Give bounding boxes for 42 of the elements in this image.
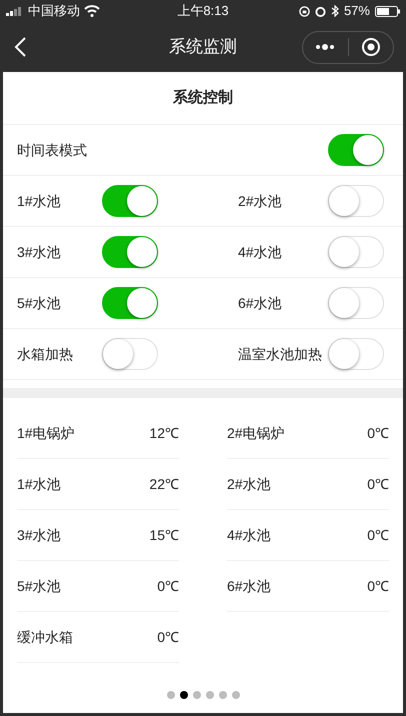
signal-icon <box>6 6 24 16</box>
carrier-name: 中国移动 <box>28 2 80 20</box>
switch-label: 6#水池 <box>238 294 282 312</box>
switch-label: 4#水池 <box>238 242 282 262</box>
sensor-name: 3#水池 <box>17 526 61 544</box>
toggle-switch[interactable] <box>102 185 158 217</box>
sensor-name: 2#电锅炉 <box>227 424 285 442</box>
back-icon[interactable] <box>14 37 26 57</box>
bluetooth-icon <box>330 5 339 17</box>
battery-icon <box>374 6 400 16</box>
toggle-switch[interactable] <box>102 236 158 268</box>
rotation-lock-icon <box>298 6 310 16</box>
sensor-name: 2#水池 <box>227 474 271 494</box>
switch-label: 温室水池加热 <box>238 344 322 364</box>
sensor-name: 1#水池 <box>17 474 61 494</box>
temperature-value: 15℃ <box>149 526 179 544</box>
temperature-value: 0℃ <box>367 526 389 544</box>
sensor-name: 6#水池 <box>227 576 271 596</box>
temperature-value: 0℃ <box>367 576 389 596</box>
temperature-value: 0℃ <box>367 424 389 442</box>
switch-label: 3#水池 <box>17 242 61 262</box>
sensor-name: 4#水池 <box>227 526 271 544</box>
switch-label: 水箱加热 <box>17 344 73 364</box>
toggle-switch[interactable] <box>102 287 158 319</box>
sensor-name: 5#水池 <box>17 576 61 596</box>
temperature-value: 12℃ <box>149 424 179 442</box>
switch-label: 5#水池 <box>17 294 61 312</box>
temperature-value: 0℃ <box>157 628 179 646</box>
clock-time: 上午8:13 <box>176 2 230 20</box>
section-title: 系统控制 <box>173 88 233 108</box>
temperature-value: 22℃ <box>149 474 179 494</box>
battery-percent: 57% <box>344 2 370 20</box>
toggle-switch[interactable] <box>328 134 384 166</box>
switch-label: 时间表模式 <box>17 140 87 160</box>
switch-label: 1#水池 <box>17 192 61 210</box>
temperature-value: 0℃ <box>367 474 389 494</box>
sensor-name: 1#电锅炉 <box>17 424 75 442</box>
temperature-value: 0℃ <box>157 576 179 596</box>
sensor-name: 缓冲水箱 <box>17 628 73 646</box>
page-title: 系统监测 <box>169 36 237 58</box>
switch-label: 2#水池 <box>238 192 282 210</box>
wifi-icon <box>84 5 100 17</box>
